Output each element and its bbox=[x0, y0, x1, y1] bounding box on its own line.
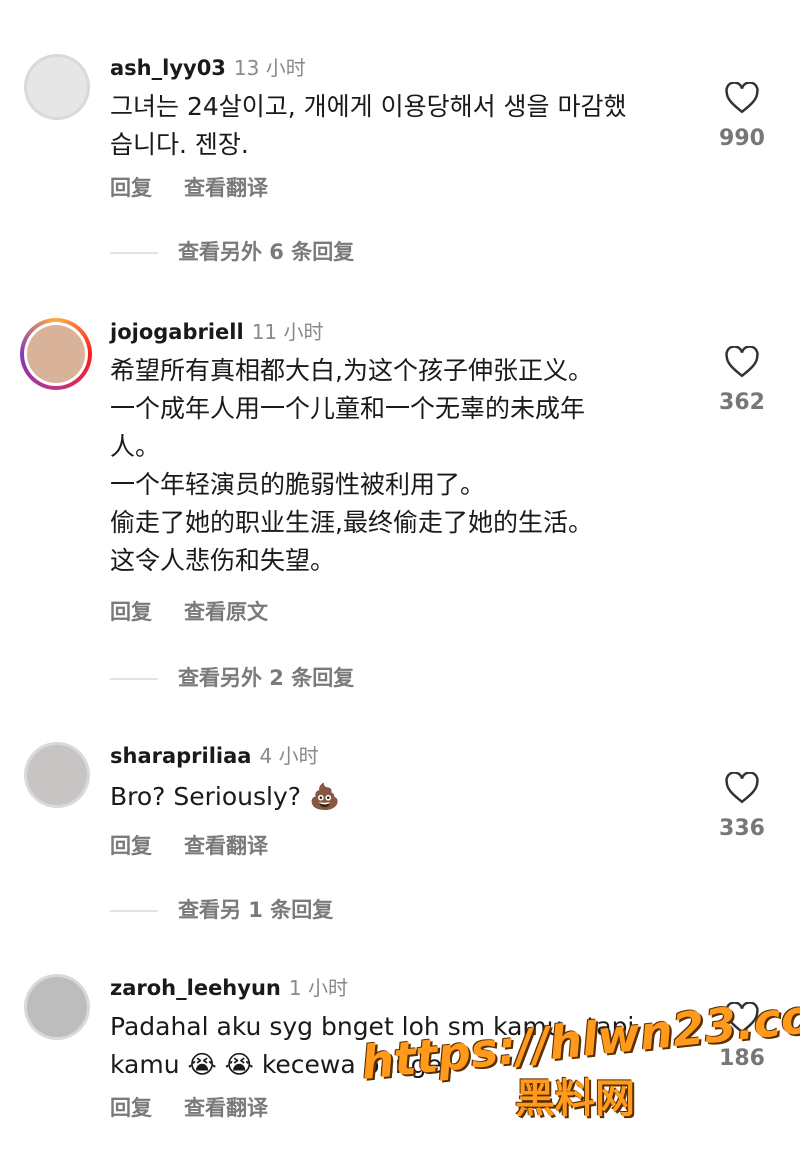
like-button[interactable]: 336 bbox=[712, 772, 772, 841]
like-button[interactable]: 362 bbox=[712, 346, 772, 415]
heart-icon[interactable] bbox=[724, 346, 760, 378]
translate-button[interactable]: 查看翻译 bbox=[184, 176, 268, 200]
avatar[interactable] bbox=[24, 54, 90, 120]
comment-actions: 回复 查看原文 bbox=[110, 596, 300, 626]
comment-header: jojogabriell 11 小时 bbox=[110, 318, 324, 346]
timestamp: 11 小时 bbox=[251, 320, 324, 344]
like-count: 990 bbox=[719, 126, 765, 151]
reply-button[interactable]: 回复 bbox=[110, 176, 152, 200]
view-more-replies[interactable]: 查看另外 6 条回复 bbox=[110, 236, 354, 266]
comment-header: ash_lyy03 13 小时 bbox=[110, 54, 306, 82]
comment-line: 一个年轻演员的脆弱性被利用了。 bbox=[110, 470, 486, 499]
timestamp: 4 小时 bbox=[259, 744, 319, 768]
like-button[interactable]: 990 bbox=[712, 82, 772, 151]
heart-icon[interactable] bbox=[724, 82, 760, 114]
like-button[interactable]: 186 bbox=[712, 1002, 772, 1071]
comment-text: 그녀는 24살이고, 개에게 이용당해서 생을 마감했 습니다. 젠장. bbox=[110, 88, 680, 164]
heart-icon[interactable] bbox=[724, 1002, 760, 1034]
comment-line: 人。 bbox=[110, 432, 161, 461]
comment-line: Bro? Seriously? 💩 bbox=[110, 782, 341, 811]
translate-button[interactable]: 查看翻译 bbox=[184, 1096, 268, 1120]
comment-line: 습니다. 젠장. bbox=[110, 130, 249, 159]
comment-line: 希望所有真相都大白,为这个孩子伸张正义。 bbox=[110, 356, 593, 385]
comment-line: Padahal aku syg bnget loh sm kamu , tapi bbox=[110, 1012, 635, 1041]
avatar[interactable] bbox=[24, 742, 90, 808]
comment-line: 偷走了她的职业生涯,最终偷走了她的生活。 bbox=[110, 508, 593, 537]
comment-header: zaroh_leehyun 1 小时 bbox=[110, 974, 348, 1002]
comment-line: kamu 😭 😭 kecewa banget bbox=[110, 1050, 452, 1079]
divider bbox=[110, 252, 158, 254]
like-count: 336 bbox=[719, 816, 765, 841]
comment-text: Padahal aku syg bnget loh sm kamu , tapi… bbox=[110, 1008, 680, 1084]
like-count: 186 bbox=[719, 1046, 765, 1071]
more-replies-label[interactable]: 查看另外 6 条回复 bbox=[178, 240, 354, 264]
timestamp: 1 小时 bbox=[288, 976, 348, 1000]
reply-button[interactable]: 回复 bbox=[110, 834, 152, 858]
comment-actions: 回复 查看翻译 bbox=[110, 1092, 300, 1122]
reply-button[interactable]: 回复 bbox=[110, 1096, 152, 1120]
translate-button[interactable]: 查看原文 bbox=[184, 600, 268, 624]
avatar[interactable] bbox=[20, 318, 92, 390]
comment-line: 그녀는 24살이고, 개에게 이용당해서 생을 마감했 bbox=[110, 92, 627, 121]
timestamp: 13 小时 bbox=[233, 56, 306, 80]
divider bbox=[110, 910, 158, 912]
comment-header: sharapriliaa 4 小时 bbox=[110, 742, 319, 770]
comment-actions: 回复 查看翻译 bbox=[110, 830, 300, 860]
username[interactable]: jojogabriell bbox=[110, 320, 244, 344]
comment-text: 希望所有真相都大白,为这个孩子伸张正义。 一个成年人用一个儿童和一个无辜的未成年… bbox=[110, 352, 680, 580]
reply-button[interactable]: 回复 bbox=[110, 600, 152, 624]
username[interactable]: ash_lyy03 bbox=[110, 56, 226, 80]
comment-line: 这令人悲伤和失望。 bbox=[110, 546, 336, 575]
comment-text: Bro? Seriously? 💩 bbox=[110, 778, 680, 816]
comment-actions: 回复 查看翻译 bbox=[110, 172, 300, 202]
divider bbox=[110, 678, 158, 680]
view-more-replies[interactable]: 查看另 1 条回复 bbox=[110, 894, 333, 924]
more-replies-label[interactable]: 查看另 1 条回复 bbox=[178, 898, 333, 922]
username[interactable]: zaroh_leehyun bbox=[110, 976, 281, 1000]
view-more-replies[interactable]: 查看另外 2 条回复 bbox=[110, 662, 354, 692]
like-count: 362 bbox=[719, 390, 765, 415]
more-replies-label[interactable]: 查看另外 2 条回复 bbox=[178, 666, 354, 690]
avatar[interactable] bbox=[24, 974, 90, 1040]
heart-icon[interactable] bbox=[724, 772, 760, 804]
comment-line: 一个成年人用一个儿童和一个无辜的未成年 bbox=[110, 394, 586, 423]
translate-button[interactable]: 查看翻译 bbox=[184, 834, 268, 858]
username[interactable]: sharapriliaa bbox=[110, 744, 251, 768]
